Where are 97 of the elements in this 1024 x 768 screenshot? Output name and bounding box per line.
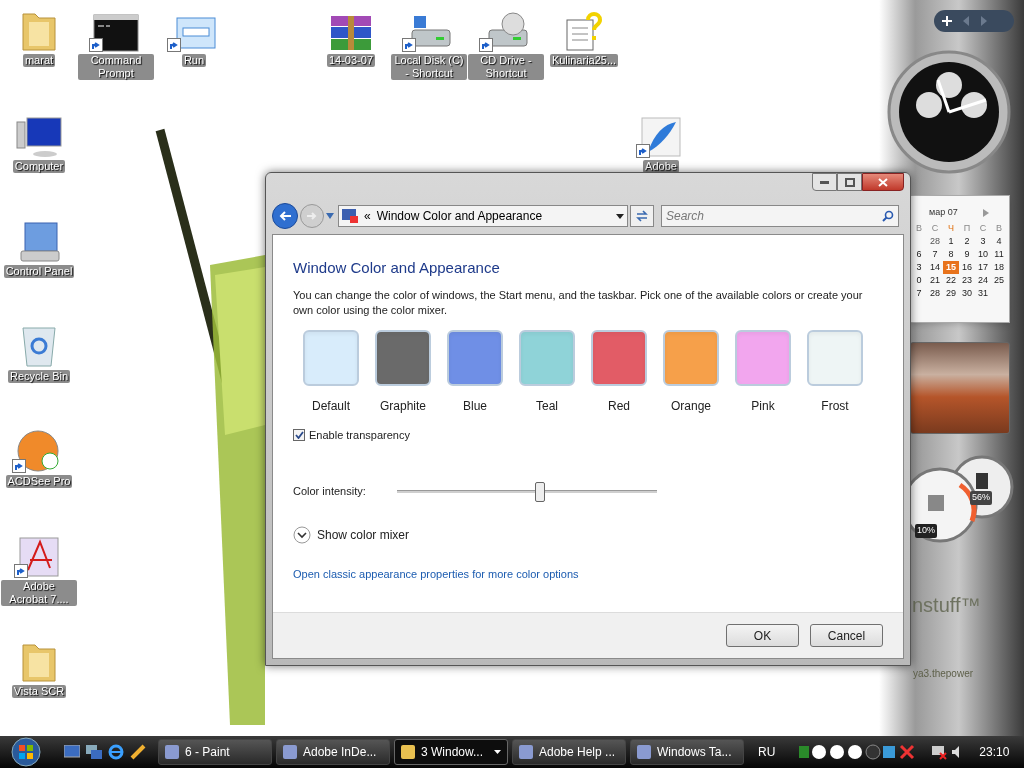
desktop-icon[interactable] — [64, 745, 80, 759]
calendar-day[interactable]: 17 — [975, 260, 991, 274]
app-icon — [165, 745, 179, 759]
calendar-day[interactable]: 23 — [959, 273, 975, 287]
calendar-day[interactable]: 10 — [975, 247, 991, 261]
address-bar[interactable]: « Window Color and Appearance — [338, 205, 628, 227]
console-icon — [93, 14, 139, 52]
cpu-percent: 10% — [915, 524, 937, 538]
close-button[interactable] — [862, 173, 904, 191]
windows-orb-icon — [10, 737, 42, 767]
dialog-button[interactable]: Cancel — [810, 624, 883, 647]
app-icon — [637, 745, 651, 759]
calendar-day[interactable]: 8 — [943, 247, 959, 261]
taskbar-button[interactable]: 3 Window... — [394, 739, 508, 765]
app-icon — [519, 745, 533, 759]
tool-icon[interactable] — [130, 744, 146, 760]
weekday-label: С — [978, 221, 988, 235]
weekday-label: В — [915, 221, 923, 235]
browser-e-icon[interactable] — [108, 744, 124, 760]
calendar-day[interactable]: 29 — [943, 286, 959, 300]
maximize-button[interactable] — [837, 173, 862, 191]
calendar-day[interactable]: 0 — [911, 273, 927, 287]
weekday-label: Ч — [947, 221, 955, 235]
check-icon — [294, 430, 304, 439]
search-icon[interactable] — [882, 210, 894, 222]
clock-time[interactable]: 23:10 — [979, 743, 1010, 761]
calendar-day[interactable]: 7 — [911, 286, 927, 300]
calendar-day[interactable]: 2 — [959, 234, 975, 248]
document-question-icon — [564, 10, 604, 52]
language-indicator[interactable]: RU — [758, 743, 776, 761]
memory-percent: 56% — [970, 491, 992, 505]
minimize-icon — [820, 180, 829, 184]
classic-appearance-link[interactable]: Open classic appearance properties for more color options — [293, 565, 883, 582]
network-icon[interactable] — [931, 744, 948, 760]
refresh-arrows-icon — [635, 210, 649, 222]
windows-stack-icon[interactable] — [86, 745, 102, 759]
slider-thumb[interactable] — [535, 481, 545, 502]
taskbar-button[interactable]: Windows Ta... — [630, 739, 744, 765]
gadget-brand-text: nstuff™ — [912, 593, 981, 618]
feather-icon — [640, 116, 682, 158]
forward-arrow-icon — [307, 212, 317, 220]
next-month-icon[interactable] — [983, 208, 989, 217]
weekday-label: С — [930, 221, 940, 235]
plus-icon[interactable] — [942, 16, 952, 26]
trash-bin-icon — [20, 324, 58, 368]
page-heading: Window Color and Appearance — [293, 258, 501, 278]
caret-icon — [494, 750, 501, 754]
calendar-day[interactable]: 24 — [975, 273, 991, 287]
app-icon — [283, 745, 297, 759]
refresh-button[interactable] — [630, 205, 654, 227]
calendar-day[interactable]: 4 — [991, 234, 1007, 248]
dialog-button[interactable]: OK — [726, 624, 799, 647]
calendar-day[interactable]: 9 — [959, 247, 975, 261]
transparency-checkbox[interactable]: Enable transparency — [293, 426, 883, 443]
calendar-day[interactable]: 31 — [975, 286, 991, 300]
calendar-day[interactable]: 18 — [991, 260, 1007, 274]
calendar-day[interactable]: 14 — [927, 260, 943, 274]
taskbar-button[interactable]: Adobe InDe... — [276, 739, 390, 765]
app-globe-icon — [16, 429, 62, 473]
minimize-button[interactable] — [812, 173, 837, 191]
search-input[interactable]: Search — [666, 207, 882, 225]
search-field[interactable]: Search — [661, 205, 899, 227]
weekday-label: В — [995, 221, 1003, 235]
breadcrumb-chevron[interactable]: « — [364, 207, 371, 225]
calendar-day[interactable]: 28 — [927, 286, 943, 300]
calendar-month: мар 07 — [929, 206, 958, 219]
app-icon — [401, 745, 415, 759]
chevron-down-icon — [293, 525, 311, 544]
calendar-day[interactable]: 25 — [991, 273, 1007, 287]
weekday-label: П — [962, 221, 972, 235]
gadget-footer-text: ya3.thepower — [913, 667, 974, 681]
calendar-day[interactable]: 30 — [959, 286, 975, 300]
calendar-day[interactable]: 3 — [911, 260, 927, 274]
intensity-label: Color intensity: — [293, 484, 367, 499]
pdf-document-icon — [18, 536, 60, 578]
calendar-day[interactable]: 21 — [927, 273, 943, 287]
show-color-mixer-toggle[interactable]: Show color mixer — [293, 525, 883, 544]
calendar-day[interactable]: 3 — [975, 234, 991, 248]
calendar-day[interactable]: 11 — [991, 247, 1007, 261]
computer-icon — [15, 116, 63, 158]
description-text: You can change the color of windows, the Start menu, and the taskbar. Pick one of the available colors or create your own color using the color mixer. — [293, 287, 864, 318]
back-arrow-icon — [279, 211, 291, 221]
calendar-day[interactable]: 16 — [959, 260, 975, 274]
calendar-day[interactable]: 28 — [927, 234, 943, 248]
address-text: Window Color and Appearance — [376, 208, 544, 225]
calendar-day[interactable]: 22 — [943, 273, 959, 287]
close-icon — [878, 177, 888, 187]
calendar-day[interactable]: 7 — [927, 247, 943, 261]
calendar-day[interactable]: 1 — [943, 234, 959, 248]
dropdown-caret-icon[interactable] — [616, 213, 624, 219]
maximize-icon — [844, 177, 855, 187]
taskbar-button[interactable]: 6 - Paint — [158, 739, 272, 765]
back-button[interactable] — [272, 203, 298, 229]
checkbox[interactable] — [293, 428, 305, 441]
books-icon — [329, 14, 373, 52]
taskbar-button[interactable]: Adobe Help ... — [512, 739, 626, 765]
calendar-day[interactable]: 6 — [911, 247, 927, 261]
